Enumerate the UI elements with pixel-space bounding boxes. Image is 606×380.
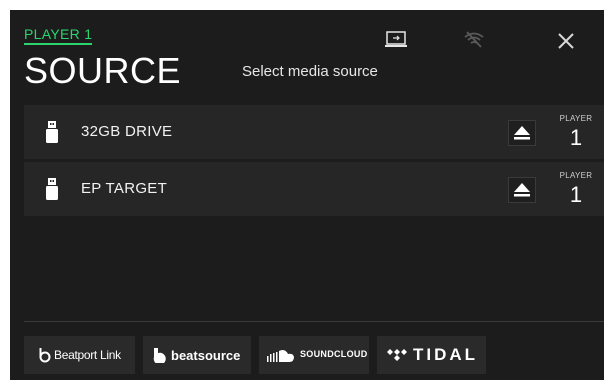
eject-button[interactable] <box>508 177 536 203</box>
usb-drive-icon <box>46 178 58 205</box>
source-row-ep-target[interactable]: EP TARGET PLAYER 1 <box>24 162 604 216</box>
beatport-link-button[interactable]: Beatport Link <box>24 336 135 374</box>
page-title: SOURCE <box>24 50 182 91</box>
player-label: PLAYER <box>559 114 593 123</box>
soundcloud-icon <box>267 349 297 368</box>
source-row-32gb-drive[interactable]: 32GB DRIVE PLAYER 1 <box>24 105 604 159</box>
player-tab[interactable]: PLAYER 1 <box>24 26 93 45</box>
player-label: PLAYER <box>559 171 593 180</box>
page-subtitle: Select media source <box>242 63 378 80</box>
divider <box>24 321 604 322</box>
wifi-off-icon <box>462 30 486 55</box>
player-number: 1 <box>569 125 583 150</box>
service-label: SOUNDCLOUD <box>300 349 368 359</box>
eject-icon <box>514 126 530 140</box>
soundcloud-button[interactable]: SOUNDCLOUD <box>259 336 369 374</box>
beatsource-button[interactable]: beatsource <box>143 336 251 374</box>
service-label: TIDAL <box>413 345 479 364</box>
eject-icon <box>514 183 530 197</box>
computer-usb-icon[interactable] <box>384 30 408 55</box>
service-label: beatsource <box>171 348 241 363</box>
beatport-icon <box>38 347 52 368</box>
tidal-button[interactable]: TIDAL <box>377 336 486 374</box>
service-label: Beatport Link <box>54 348 121 362</box>
player-number: 1 <box>569 182 583 207</box>
eject-button[interactable] <box>508 120 536 146</box>
close-icon[interactable] <box>556 31 576 56</box>
beatsource-icon <box>153 347 167 368</box>
source-screen: PLAYER 1 SOURCE Select media source 32GB… <box>10 10 604 380</box>
source-name: 32GB DRIVE <box>81 123 173 140</box>
tidal-icon <box>387 348 407 367</box>
usb-drive-icon <box>46 121 58 148</box>
source-name: EP TARGET <box>81 180 168 197</box>
